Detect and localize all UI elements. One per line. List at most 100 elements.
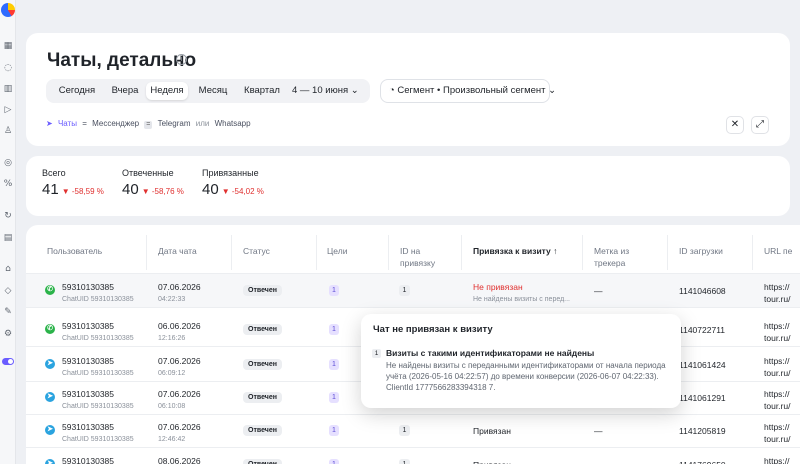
- user-id[interactable]: 59310130385: [62, 422, 114, 433]
- load-id: 1141046608: [679, 286, 726, 296]
- user-id[interactable]: 59310130385: [62, 321, 114, 332]
- user-id[interactable]: 59310130385: [62, 389, 114, 400]
- visit-binding-status[interactable]: Привязан: [473, 426, 511, 437]
- url-link[interactable]: https://: [764, 321, 790, 332]
- filter-equals: =: [82, 119, 87, 128]
- period-week-button[interactable]: Неделя: [146, 82, 188, 100]
- url-link[interactable]: https://: [764, 282, 790, 293]
- target-icon[interactable]: ◎: [2, 157, 14, 169]
- url-link[interactable]: https://: [764, 389, 790, 400]
- status-badge: Отвечен: [243, 425, 282, 436]
- chat-date: 08.06.2026: [158, 456, 201, 464]
- url-link-tail[interactable]: tour.ru/: [764, 434, 790, 445]
- refresh-icon[interactable]: ↻: [2, 210, 14, 222]
- stat-linked: Привязанные 40 ▼ -54,02 %: [202, 168, 264, 198]
- visit-binding-status[interactable]: Не привязан: [473, 282, 523, 293]
- tooltip-text: Не найдены визиты с переданными идентифи…: [386, 361, 666, 392]
- home-icon[interactable]: ⌂: [2, 263, 14, 275]
- goals-count[interactable]: 1: [329, 324, 339, 335]
- column-header-binding-id[interactable]: ID на привязку: [400, 245, 456, 269]
- app-logo[interactable]: [1, 3, 15, 17]
- visit-binding-note: Не найдены визиты с перед...: [473, 296, 570, 303]
- url-link-tail[interactable]: tour.ru/: [764, 294, 790, 305]
- column-header-date[interactable]: Дата чата: [158, 245, 197, 257]
- user-id[interactable]: 59310130385: [62, 456, 114, 464]
- telegram-icon: ➤: [45, 392, 55, 402]
- period-today-button[interactable]: Сегодня: [50, 82, 104, 100]
- chat-uid: ChatUID 59310130385: [62, 296, 134, 303]
- filter-or: или: [195, 119, 210, 128]
- expand-button[interactable]: ⤢: [751, 116, 769, 134]
- table-row[interactable]: ➤ 59310130385 08.06.2026 Отвечен 1 1 Привязан —…: [26, 448, 800, 464]
- tag-icon[interactable]: ◇: [2, 285, 14, 297]
- chat-date: 07.06.2026: [158, 389, 201, 399]
- column-header-load-id[interactable]: ID загрузки: [679, 245, 723, 257]
- period-yesterday-button[interactable]: Вчера: [104, 82, 146, 100]
- filter-messenger-label: Мессенджер: [92, 119, 140, 128]
- stat-label: Привязанные: [202, 168, 259, 178]
- play-icon[interactable]: ▷: [2, 104, 14, 116]
- chat-uid: ChatUID 59310130385: [62, 335, 134, 342]
- expand-icon: ⤢: [756, 119, 764, 130]
- filter-value-whatsapp: Whatsapp: [214, 119, 251, 128]
- binding-id-count: 1: [399, 285, 410, 296]
- column-header-visit-binding[interactable]: Привязка к визиту ↑: [473, 245, 557, 257]
- period-month-button[interactable]: Месяц: [190, 82, 236, 100]
- grid-icon[interactable]: ▦: [2, 40, 14, 52]
- info-icon[interactable]: i: [176, 54, 187, 65]
- goals-count[interactable]: 1: [329, 425, 339, 436]
- chart-icon[interactable]: ▥: [2, 83, 14, 95]
- filter-chats-label: Чаты: [57, 119, 77, 128]
- table-row[interactable]: ➤ 59310130385 ChatUID 59310130385 07.06.202…: [26, 414, 800, 448]
- telegram-icon: ➤: [45, 459, 55, 464]
- calendar-icon[interactable]: ▤: [2, 232, 14, 244]
- edit-icon[interactable]: ✎: [2, 306, 14, 318]
- load-id: 1141205819: [679, 426, 726, 436]
- settings-icon[interactable]: ⚙: [2, 328, 14, 340]
- url-link[interactable]: https://: [764, 456, 790, 464]
- goals-count[interactable]: 1: [329, 285, 339, 296]
- visit-binding-status[interactable]: Привязан: [473, 460, 511, 464]
- whatsapp-icon: ✆: [45, 324, 55, 334]
- segment-dropdown[interactable]: ◔ Сегмент • Произвольный сегмент ⌄: [380, 79, 556, 103]
- column-header-status[interactable]: Статус: [243, 245, 270, 257]
- status-badge: Отвечен: [243, 359, 282, 370]
- chat-time: 06:10:08: [158, 403, 186, 410]
- date-range-dropdown[interactable]: 4 — 10 июня ⌄: [292, 82, 364, 100]
- theme-toggle[interactable]: [2, 358, 14, 365]
- chat-time: 12:46:42: [158, 436, 186, 443]
- period-quarter-button[interactable]: Квартал: [236, 82, 288, 100]
- status-badge: Отвечен: [243, 392, 282, 403]
- stat-delta: ▼ -58,76 %: [141, 187, 184, 196]
- url-link-tail[interactable]: tour.ru/: [764, 333, 790, 344]
- goals-count[interactable]: 1: [329, 392, 339, 403]
- segment-icon: ◔: [389, 85, 395, 96]
- user-id[interactable]: 59310130385: [62, 282, 114, 293]
- date-range-value: 4 — 10 июня: [292, 85, 349, 96]
- chat-date: 07.06.2026: [158, 422, 201, 432]
- close-button[interactable]: ✕: [726, 116, 744, 134]
- user-id[interactable]: 59310130385: [62, 356, 114, 367]
- status-badge: Отвечен: [243, 285, 282, 296]
- whatsapp-icon: ✆: [45, 285, 55, 295]
- column-header-tracker-mark[interactable]: Метка из трекера: [594, 245, 650, 269]
- filter-operator: =: [144, 121, 153, 129]
- url-link[interactable]: https://: [764, 422, 790, 433]
- chevron-down-icon: ⌄: [548, 85, 557, 96]
- left-nav-rail: ▦ ◌ ▥ ▷ ♙ ◎ % ↻ ▤ ⌂ ◇ ✎ ⚙: [0, 0, 16, 464]
- percent-icon[interactable]: %: [2, 178, 14, 190]
- filter-bar[interactable]: ➤ Чаты = Мессенджер = Telegram или Whats…: [46, 119, 254, 129]
- url-link-tail[interactable]: tour.ru/: [764, 368, 790, 379]
- chat-time: 12:16:26: [158, 335, 186, 342]
- stat-value: 40: [122, 181, 139, 198]
- column-header-user[interactable]: Пользователь: [47, 245, 102, 257]
- goals-count[interactable]: 1: [329, 459, 339, 464]
- user-icon[interactable]: ♙: [2, 125, 14, 137]
- globe-icon[interactable]: ◌: [2, 62, 14, 74]
- table-row[interactable]: ✆ 59310130385 ChatUID 59310130385 07.06.202…: [26, 274, 800, 308]
- column-header-url[interactable]: URL пе: [764, 245, 792, 257]
- url-link[interactable]: https://: [764, 356, 790, 367]
- goals-count[interactable]: 1: [329, 359, 339, 370]
- column-header-goals[interactable]: Цели: [327, 245, 347, 257]
- url-link-tail[interactable]: tour.ru/: [764, 401, 790, 412]
